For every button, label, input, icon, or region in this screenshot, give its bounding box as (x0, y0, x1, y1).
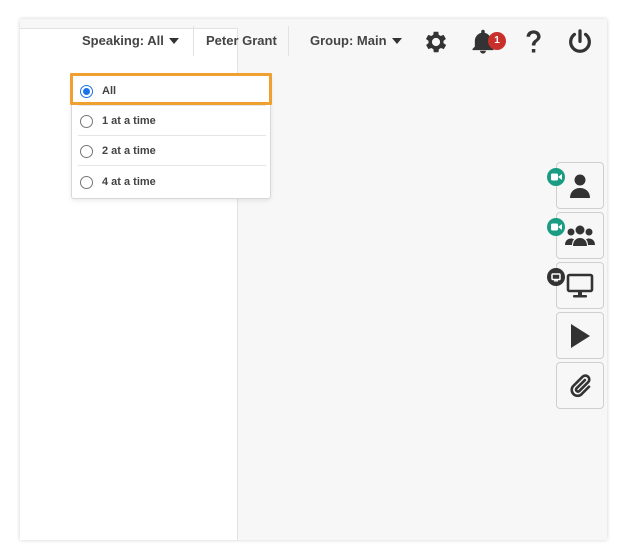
help-icon[interactable] (519, 28, 547, 56)
speaking-option-4[interactable]: 4 at a time (72, 167, 270, 197)
menu-divider (78, 165, 266, 166)
screen-badge-icon (547, 268, 565, 286)
top-toolbar: Speaking: All Peter Grant Group: Main (0, 19, 627, 65)
camera-badge-icon (547, 218, 565, 236)
toolbar-divider (288, 26, 289, 56)
chevron-down-icon (168, 37, 179, 44)
gear-icon[interactable] (422, 28, 450, 56)
radio-icon[interactable] (80, 144, 93, 158)
speaking-mode-label: Speaking: All (82, 33, 164, 48)
notification-badge: 1 (488, 32, 506, 50)
speaking-mode-dropdown[interactable]: Speaking: All (82, 33, 179, 48)
user-name[interactable]: Peter Grant (206, 33, 277, 48)
group-icon (565, 225, 595, 246)
group-button[interactable] (556, 212, 604, 259)
single-user-button[interactable] (556, 162, 604, 209)
power-icon[interactable] (566, 28, 594, 56)
option-label: All (102, 85, 117, 97)
single-user-icon (570, 174, 590, 198)
paperclip-icon (570, 373, 591, 397)
radio-icon[interactable] (80, 175, 93, 189)
option-label: 2 at a time (102, 145, 156, 157)
speaking-option-2[interactable]: 2 at a time (72, 136, 270, 166)
speaking-option-1[interactable]: 1 at a time (72, 106, 270, 136)
option-label: 4 at a time (102, 176, 156, 188)
attachment-button[interactable] (556, 362, 604, 409)
group-dropdown[interactable]: Group: Main (310, 33, 402, 48)
speaking-mode-menu: All 1 at a time 2 at a time 4 at a time (71, 73, 271, 199)
speaking-option-all[interactable]: All (72, 76, 270, 106)
camera-badge-icon (547, 168, 565, 186)
screen-share-icon (566, 273, 594, 297)
play-button[interactable] (556, 312, 604, 359)
screen-share-button[interactable] (556, 262, 604, 309)
play-icon (571, 323, 590, 348)
chevron-down-icon (391, 37, 402, 44)
toolbar-divider (193, 26, 194, 56)
option-label: 1 at a time (102, 115, 156, 127)
group-label: Group: Main (310, 33, 387, 48)
radio-icon[interactable] (80, 114, 93, 128)
user-name-label: Peter Grant (206, 33, 277, 48)
radio-selected-icon[interactable] (80, 84, 93, 98)
